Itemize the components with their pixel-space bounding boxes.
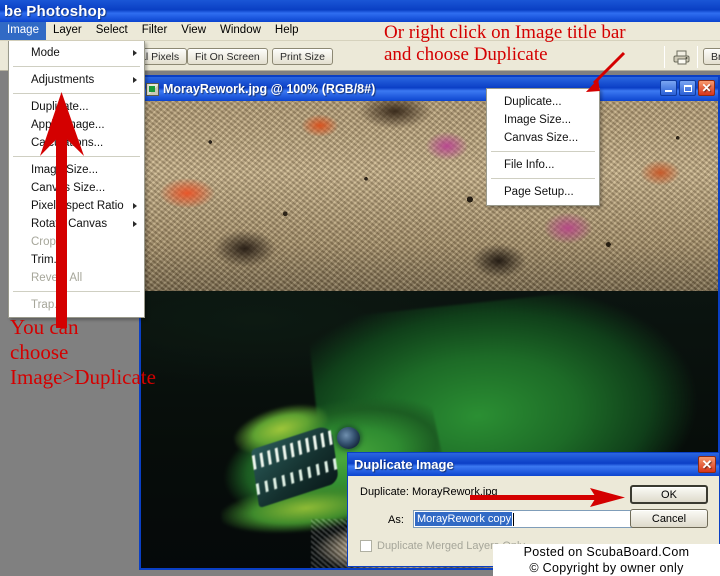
menubar-item-select[interactable]: Select xyxy=(89,22,135,40)
document-title: MorayRework.jpg @ 100% (RGB/8#) xyxy=(163,82,376,96)
image-menu-item-duplicate[interactable]: Duplicate... xyxy=(9,98,144,116)
photoshop-document-icon xyxy=(146,82,159,96)
brush-dropdown-button[interactable]: Bru xyxy=(703,48,720,65)
menu-item-label: Adjustments xyxy=(31,74,95,86)
titlebar-context-menu[interactable]: Duplicate... Image Size... Canvas Size... F… xyxy=(486,88,600,206)
image-menu-dropdown[interactable]: Mode Adjustments Duplicate... Apply Image..… xyxy=(8,41,145,318)
print-size-button[interactable]: Print Size xyxy=(272,48,333,65)
minimize-icon[interactable] xyxy=(660,80,677,96)
image-menu-separator xyxy=(13,291,140,292)
duplicate-source-label: Duplicate: MorayRework.jpg xyxy=(360,486,498,498)
menubar-item-image[interactable]: Image xyxy=(0,22,46,40)
image-menu-separator xyxy=(13,156,140,157)
image-menu-item-calculations[interactable]: Calculations... xyxy=(9,134,144,152)
as-label: As: xyxy=(388,514,404,526)
as-input-value: MorayRework copy xyxy=(415,512,513,526)
reef-background xyxy=(141,101,718,306)
submenu-arrow-icon xyxy=(133,203,137,209)
menu-item-label: Image Size... xyxy=(31,164,99,176)
annotation-bottom-left: You can choose Image>Duplicate xyxy=(10,315,156,389)
context-menu-item-image-size[interactable]: Image Size... xyxy=(487,111,599,129)
context-menu-item-page-setup[interactable]: Page Setup... xyxy=(487,183,599,201)
text-caret xyxy=(513,512,515,526)
image-menu-separator xyxy=(13,93,140,94)
image-menu-item-pixel-aspect-ratio[interactable]: Pixel Aspect Ratio xyxy=(9,197,144,215)
context-menu-separator xyxy=(491,151,595,152)
menu-item-label: Canvas Size... xyxy=(31,182,106,194)
watermark-line-2: © Copyright by owner only xyxy=(529,561,684,575)
options-divider-2 xyxy=(697,46,698,68)
image-menu-item-rotate-canvas[interactable]: Rotate Canvas xyxy=(9,215,144,233)
dialog-titlebar[interactable]: Duplicate Image ✕ xyxy=(348,453,719,476)
menu-item-label: Duplicate... xyxy=(31,101,89,113)
context-menu-item-canvas-size[interactable]: Canvas Size... xyxy=(487,129,599,147)
menubar-item-window[interactable]: Window xyxy=(213,22,268,40)
submenu-arrow-icon xyxy=(133,77,137,83)
app-title: be Photoshop xyxy=(4,2,107,20)
image-menu-item-crop: Crop xyxy=(9,233,144,251)
menu-item-label: Apply Image... xyxy=(31,119,105,131)
menu-item-label: Reveal All xyxy=(31,272,83,284)
image-menu-separator xyxy=(13,66,140,67)
image-menu-item-canvas-size[interactable]: Canvas Size... xyxy=(9,179,144,197)
menubar-item-filter[interactable]: Filter xyxy=(135,22,175,40)
submenu-arrow-icon xyxy=(133,221,137,227)
menu-item-label: Trap... xyxy=(31,299,64,311)
context-menu-item-file-info[interactable]: File Info... xyxy=(487,156,599,174)
menubar-item-help[interactable]: Help xyxy=(268,22,306,40)
photoshop-screenshot: be Photoshop Image Layer Select Filter View W… xyxy=(0,0,720,576)
menu-item-label: Crop xyxy=(31,236,56,248)
close-icon[interactable]: ✕ xyxy=(698,80,715,96)
maximize-icon[interactable] xyxy=(679,80,696,96)
watermark-line-1: Posted on ScubaBoard.Com xyxy=(523,545,690,559)
as-input[interactable]: MorayRework copy xyxy=(413,510,635,528)
context-menu-separator xyxy=(491,178,595,179)
dialog-close-icon[interactable]: ✕ xyxy=(698,456,716,473)
menubar-item-layer[interactable]: Layer xyxy=(46,22,89,40)
image-menu-item-trap: Trap... xyxy=(9,296,144,314)
menu-item-label: Pixel Aspect Ratio xyxy=(31,200,124,212)
app-titlebar: be Photoshop xyxy=(0,0,720,22)
ok-button[interactable]: OK xyxy=(630,485,708,504)
dialog-title: Duplicate Image xyxy=(354,457,454,472)
menubar-item-view[interactable]: View xyxy=(174,22,213,40)
image-menu-item-trim[interactable]: Trim... xyxy=(9,251,144,269)
document-titlebar[interactable]: MorayRework.jpg @ 100% (RGB/8#) ✕ xyxy=(141,77,718,101)
menu-item-label: Calculations... xyxy=(31,137,104,149)
printer-icon[interactable] xyxy=(671,47,693,67)
menu-item-label: Rotate Canvas xyxy=(31,218,108,230)
image-menu-item-image-size[interactable]: Image Size... xyxy=(9,161,144,179)
image-menu-item-mode[interactable]: Mode xyxy=(9,44,144,62)
watermark: Posted on ScubaBoard.Com © Copyright by … xyxy=(493,544,720,576)
fit-on-screen-button[interactable]: Fit On Screen xyxy=(187,48,268,65)
annotation-top-right: Or right click on Image title bar and ch… xyxy=(384,22,626,65)
options-divider xyxy=(664,46,665,68)
image-menu-item-apply-image[interactable]: Apply Image... xyxy=(9,116,144,134)
image-menu-item-adjustments[interactable]: Adjustments xyxy=(9,71,144,89)
moray-eel-eye xyxy=(337,427,360,449)
window-buttons: ✕ xyxy=(660,80,715,96)
image-menu-item-reveal-all: Reveal All xyxy=(9,269,144,287)
cancel-button[interactable]: Cancel xyxy=(630,509,708,528)
submenu-arrow-icon xyxy=(133,50,137,56)
merged-layers-checkbox[interactable] xyxy=(360,540,372,552)
menu-item-label: Mode xyxy=(31,47,60,59)
context-menu-item-duplicate[interactable]: Duplicate... xyxy=(487,93,599,111)
menu-item-label: Trim... xyxy=(31,254,64,266)
